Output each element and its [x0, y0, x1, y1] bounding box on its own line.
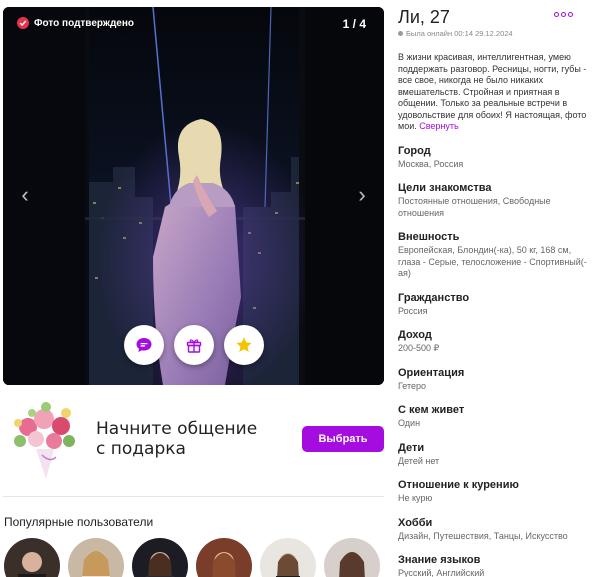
- online-status: Была онлайн 00:14 29.12.2024: [398, 29, 588, 38]
- popular-user-avatar[interactable]: [68, 538, 124, 577]
- field-languages: Знание языков Русский, Английский: [398, 554, 588, 577]
- choose-gift-button[interactable]: Выбрать: [302, 426, 384, 452]
- photo-actions: [124, 325, 264, 365]
- field-goals: Цели знакомства Постоянные отношения, Св…: [398, 182, 588, 219]
- photo-verified-badge: Фото подтверждено: [17, 17, 134, 29]
- chevron-left-icon: ‹: [21, 182, 29, 207]
- field-label: Доход: [398, 329, 432, 341]
- profile-name: Ли, 27: [398, 7, 450, 27]
- bio-text: В жизни красивая, интеллигентная, умею п…: [398, 52, 587, 131]
- popular-user-avatar[interactable]: [196, 538, 252, 577]
- gift-promo: Начните общение с подарка Выбрать: [3, 395, 384, 497]
- star-icon: [236, 337, 252, 352]
- field-label: Хобби: [398, 516, 433, 529]
- field-appearance: Внешность Европейская, Блондин(-ка), 50 …: [398, 231, 588, 280]
- popular-user-avatar[interactable]: [260, 538, 316, 577]
- field-lives-with: С кем живет Один: [398, 404, 588, 430]
- field-orientation: Ориентация Гетеро: [398, 367, 588, 393]
- field-children: Дети Детей нет: [398, 442, 588, 468]
- gift-promo-line2: с подарка: [96, 439, 186, 459]
- field-value: Детей нет: [398, 455, 440, 466]
- popular-user-avatar[interactable]: [132, 538, 188, 577]
- field-value: Гетеро: [398, 380, 427, 391]
- bio-collapse-link[interactable]: Свернуть: [419, 121, 458, 131]
- gift-icon: [186, 339, 202, 353]
- field-label: Гражданство: [398, 291, 470, 304]
- gift-promo-line1: Начните общение: [96, 419, 258, 439]
- status-dot-icon: [398, 31, 403, 36]
- field-city: Город Москва, Россия: [398, 145, 588, 171]
- bouquet-image: [14, 402, 75, 479]
- popular-users-list: [4, 538, 380, 577]
- field-income: Доход 200-500 ₽: [398, 329, 588, 355]
- photo-counter: 1 / 4: [342, 17, 366, 31]
- gift-promo-text: Начните общение с подарка: [96, 419, 257, 459]
- field-label: Внешность: [398, 231, 460, 243]
- send-gift-button[interactable]: [174, 325, 214, 365]
- photo-verified-label: Фото подтверждено: [34, 17, 135, 29]
- profile-photo[interactable]: Фото подтверждено 1 / 4 ‹ ›: [3, 7, 384, 385]
- field-label: С кем живет: [398, 404, 465, 416]
- field-label: Отношение к курению: [398, 479, 519, 491]
- field-value: Не курю: [398, 493, 433, 503]
- field-hobbies: Хобби Дизайн, Путешествия, Танцы, Искусс…: [398, 517, 588, 543]
- add-favorite-button[interactable]: [224, 325, 264, 365]
- field-value: Москва, Россия: [398, 158, 464, 169]
- popular-users-title: Популярные пользователи: [4, 515, 154, 529]
- chevron-right-icon: ›: [358, 182, 366, 207]
- field-smoking: Отношение к курению Не курю: [398, 479, 588, 505]
- field-value: Русский, Английский: [398, 568, 485, 577]
- check-icon: [17, 17, 29, 29]
- profile-info: Ли, 27 Была онлайн 00:14 29.12.2024 В жи…: [398, 7, 588, 577]
- popular-user-avatar[interactable]: [324, 538, 380, 577]
- chat-bubble-icon: [136, 338, 152, 352]
- field-label: Дети: [398, 441, 425, 454]
- popular-user-avatar[interactable]: [4, 538, 60, 577]
- field-label: Цели знакомства: [398, 182, 492, 194]
- field-value: 200-500 ₽: [398, 343, 440, 353]
- field-citizenship: Гражданство Россия: [398, 292, 588, 318]
- field-label: Ориентация: [398, 366, 465, 379]
- field-value: Европейская, Блондин(-ка), 50 кг, 168 см…: [398, 245, 587, 278]
- photo-next-button[interactable]: ›: [354, 183, 370, 207]
- field-value: Дизайн, Путешествия, Танцы, Искусство: [398, 530, 568, 541]
- field-label: Город: [398, 144, 431, 157]
- online-status-text: Была онлайн 00:14 29.12.2024: [406, 29, 513, 38]
- field-value: Один: [398, 418, 421, 428]
- profile-bio: В жизни красивая, интеллигентная, умею п…: [398, 52, 588, 133]
- field-value: Постоянные отношения, Свободные отношени…: [398, 196, 551, 218]
- field-label: Знание языков: [398, 554, 481, 566]
- send-message-button[interactable]: [124, 325, 164, 365]
- field-value: Россия: [398, 305, 428, 316]
- photo-prev-button[interactable]: ‹: [17, 183, 33, 207]
